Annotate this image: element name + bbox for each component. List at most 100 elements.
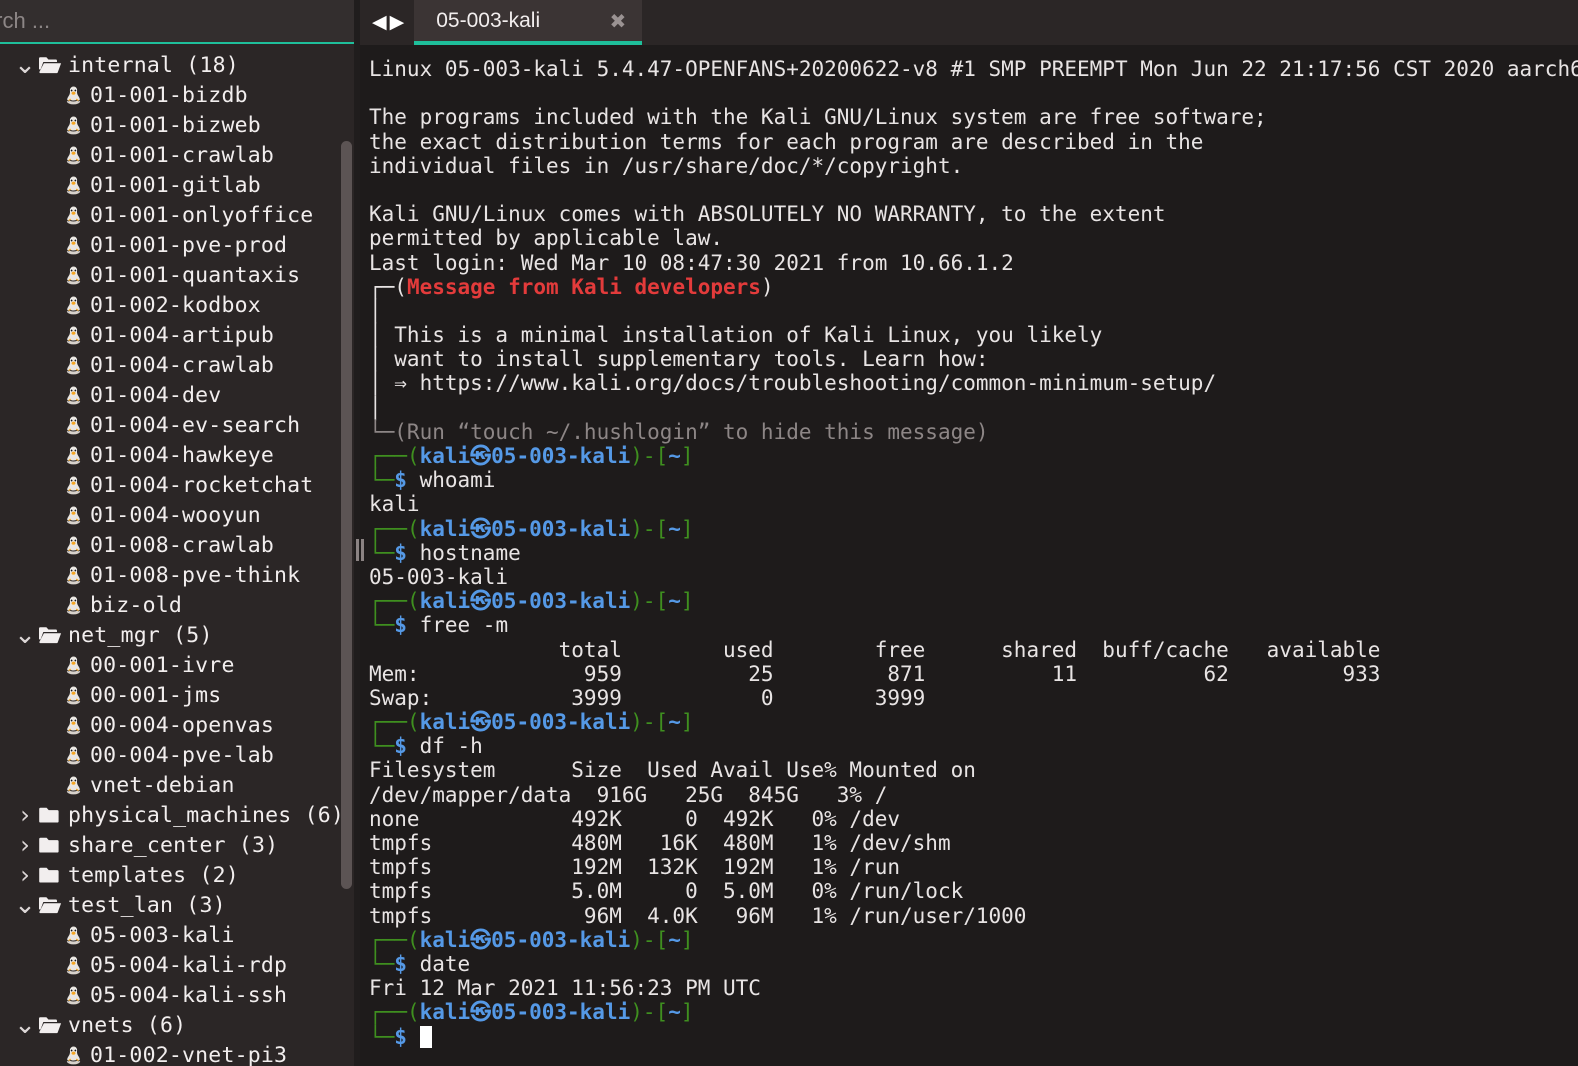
tree-host-01-008-pve-think[interactable]: 01-008-pve-think (0, 560, 358, 590)
tab-next-icon[interactable]: ▶ (390, 13, 405, 32)
search-bar[interactable] (0, 0, 358, 44)
tree-host-01-002-vnet-pi3[interactable]: 01-002-vnet-pi3 (0, 1040, 358, 1066)
terminal-output-line: ┌─(Message from Kali developers) (369, 274, 774, 299)
terminal-output-line: tmpfs 480M 16K 480M 1% /dev/shm (369, 831, 951, 855)
terminal-output-line: the exact distribution terms for each pr… (369, 129, 1204, 154)
pane-splitter-grip[interactable] (355, 538, 364, 562)
tree-host-01-001-bizdb[interactable]: 01-001-bizdb (0, 80, 358, 110)
tree-host-00-001-ivre[interactable]: 00-001-ivre (0, 650, 358, 680)
tree-host-01-001-gitlab[interactable]: 01-001-gitlab (0, 170, 358, 200)
tree-host-05-003-kali[interactable]: 05-003-kali (0, 920, 358, 950)
folder-open-icon (38, 625, 68, 645)
pane-splitter[interactable] (354, 0, 360, 1066)
tree-host-05-004-kali-rdp[interactable]: 05-004-kali-rdp (0, 950, 358, 980)
terminal-prompt-line: ┌──(kali㉿05-003-kali)-[~] (369, 710, 694, 735)
tree-folder-vnets[interactable]: ⌄ vnets (6) (0, 1010, 358, 1040)
linux-penguin-icon (60, 445, 86, 465)
chevron-down-icon[interactable]: ⌄ (12, 52, 38, 78)
tree-folder-physical_machines[interactable]: › physical_machines (6) (0, 800, 358, 830)
tree-host-01-004-ev-search[interactable]: 01-004-ev-search (0, 410, 358, 440)
tree-item-label: 05-004-kali-rdp (90, 952, 288, 978)
terminal-command-line: └─$ hostname (369, 540, 521, 565)
tree-host-01-004-crawlab[interactable]: 01-004-crawlab (0, 350, 358, 380)
tree-item-label: 01-002-kodbox (90, 292, 261, 318)
terminal-output-line: │ (369, 298, 382, 323)
linux-penguin-icon (60, 565, 86, 585)
sidebar-scrollbar-track[interactable] (341, 46, 352, 1066)
tree-host-00-004-pve-lab[interactable]: 00-004-pve-lab (0, 740, 358, 770)
chevron-right-icon[interactable]: › (12, 803, 38, 827)
tree-item-label: 00-001-jms (90, 682, 222, 708)
close-icon[interactable]: ✖ (609, 11, 626, 31)
tree-host-01-001-quantaxis[interactable]: 01-001-quantaxis (0, 260, 358, 290)
terminal-output[interactable]: Linux 05-003-kali 5.4.47-OPENFANS+202006… (358, 45, 1578, 1066)
search-input[interactable] (0, 0, 314, 42)
tree-host-00-004-openvas[interactable]: 00-004-openvas (0, 710, 358, 740)
tree-folder-test_lan[interactable]: ⌄ test_lan (3) (0, 890, 358, 920)
tab-05-003-kali[interactable]: 05-003-kali ✖ (414, 0, 643, 45)
chevron-down-icon[interactable]: ⌄ (12, 622, 38, 648)
terminal-output-line: Last login: Wed Mar 10 08:47:30 2021 fro… (369, 250, 1014, 275)
tree-item-label: 01-004-wooyun (90, 502, 261, 528)
linux-penguin-icon (60, 775, 86, 795)
grip-bar (355, 539, 359, 561)
terminal-output-line: Fri 12 Mar 2021 11:56:23 PM UTC (369, 976, 761, 1001)
sidebar-scrollbar-thumb[interactable] (341, 141, 352, 889)
tab-prev-icon[interactable]: ◀ (372, 13, 387, 32)
tree-item-label: 05-003-kali (90, 922, 235, 948)
tree-host-05-004-kali-ssh[interactable]: 05-004-kali-ssh (0, 980, 358, 1010)
tree-host-01-004-wooyun[interactable]: 01-004-wooyun (0, 500, 358, 530)
linux-penguin-icon (60, 265, 86, 285)
tree-item-label: 05-004-kali-ssh (90, 982, 288, 1008)
tree-folder-share_center[interactable]: › share_center (3) (0, 830, 358, 860)
tree-host-vnet-debian[interactable]: vnet-debian (0, 770, 358, 800)
tree-host-01-004-artipub[interactable]: 01-004-artipub (0, 320, 358, 350)
linux-penguin-icon (60, 415, 86, 435)
tree-host-01-004-rocketchat[interactable]: 01-004-rocketchat (0, 470, 358, 500)
linux-penguin-icon (60, 535, 86, 555)
chevron-down-icon[interactable]: ⌄ (12, 1012, 38, 1038)
linux-penguin-icon (60, 595, 86, 615)
tree-folder-internal[interactable]: ⌄ internal (18) (0, 50, 358, 80)
tree-item-label: 01-001-onlyoffice (90, 202, 314, 228)
terminal-pane: ◀ ▶ 05-003-kali ✖ Linux 05-003-kali 5.4.… (358, 0, 1578, 1066)
tree-host-01-001-onlyoffice[interactable]: 01-001-onlyoffice (0, 200, 358, 230)
tree-folder-templates[interactable]: › templates (2) (0, 860, 358, 890)
tree-host-01-004-dev[interactable]: 01-004-dev (0, 380, 358, 410)
tree-item-label: vnet-debian (90, 772, 235, 798)
tree-item-label: share_center (3) (68, 832, 279, 858)
tree-host-01-001-crawlab[interactable]: 01-001-crawlab (0, 140, 358, 170)
linux-penguin-icon (60, 745, 86, 765)
tree-folder-net_mgr[interactable]: ⌄ net_mgr (5) (0, 620, 358, 650)
chevron-right-icon[interactable]: › (12, 833, 38, 857)
tree-item-label: 01-002-vnet-pi3 (90, 1042, 288, 1066)
terminal-command-line: └─$ df -h (369, 734, 483, 759)
tree-item-label: net_mgr (5) (68, 622, 213, 648)
tree-item-label: 00-004-openvas (90, 712, 275, 738)
tree-host-01-001-pve-prod[interactable]: 01-001-pve-prod (0, 230, 358, 260)
chevron-down-icon[interactable]: ⌄ (12, 892, 38, 918)
grip-bar (360, 539, 364, 561)
host-tree: ⌄ internal (18) 01-001-bizdb 01-001-bizweb 0… (0, 46, 358, 1066)
sidebar: ⌄ internal (18) 01-001-bizdb 01-001-bizweb 0… (0, 0, 358, 1066)
tree-host-01-004-hawkeye[interactable]: 01-004-hawkeye (0, 440, 358, 470)
tree-host-01-008-crawlab[interactable]: 01-008-crawlab (0, 530, 358, 560)
tree-item-label: 01-001-pve-prod (90, 232, 288, 258)
linux-penguin-icon (60, 295, 86, 315)
terminal-prompt-line: ┌──(kali㉿05-003-kali)-[~] (369, 589, 694, 614)
folder-closed-icon (38, 835, 68, 855)
tree-item-label: vnets (6) (68, 1012, 187, 1038)
linux-penguin-icon (60, 385, 86, 405)
tree-host-00-001-jms[interactable]: 00-001-jms (0, 680, 358, 710)
tree-host-01-002-kodbox[interactable]: 01-002-kodbox (0, 290, 358, 320)
linux-penguin-icon (60, 475, 86, 495)
linux-penguin-icon (60, 355, 86, 375)
app-root: ⌄ internal (18) 01-001-bizdb 01-001-bizweb 0… (0, 0, 1578, 1066)
tree-host-biz-old[interactable]: biz-old (0, 590, 358, 620)
linux-penguin-icon (60, 175, 86, 195)
tree-host-01-001-bizweb[interactable]: 01-001-bizweb (0, 110, 358, 140)
chevron-right-icon[interactable]: › (12, 863, 38, 887)
tree-item-label: test_lan (3) (68, 892, 226, 918)
tab-title: 05-003-kali (436, 8, 541, 32)
